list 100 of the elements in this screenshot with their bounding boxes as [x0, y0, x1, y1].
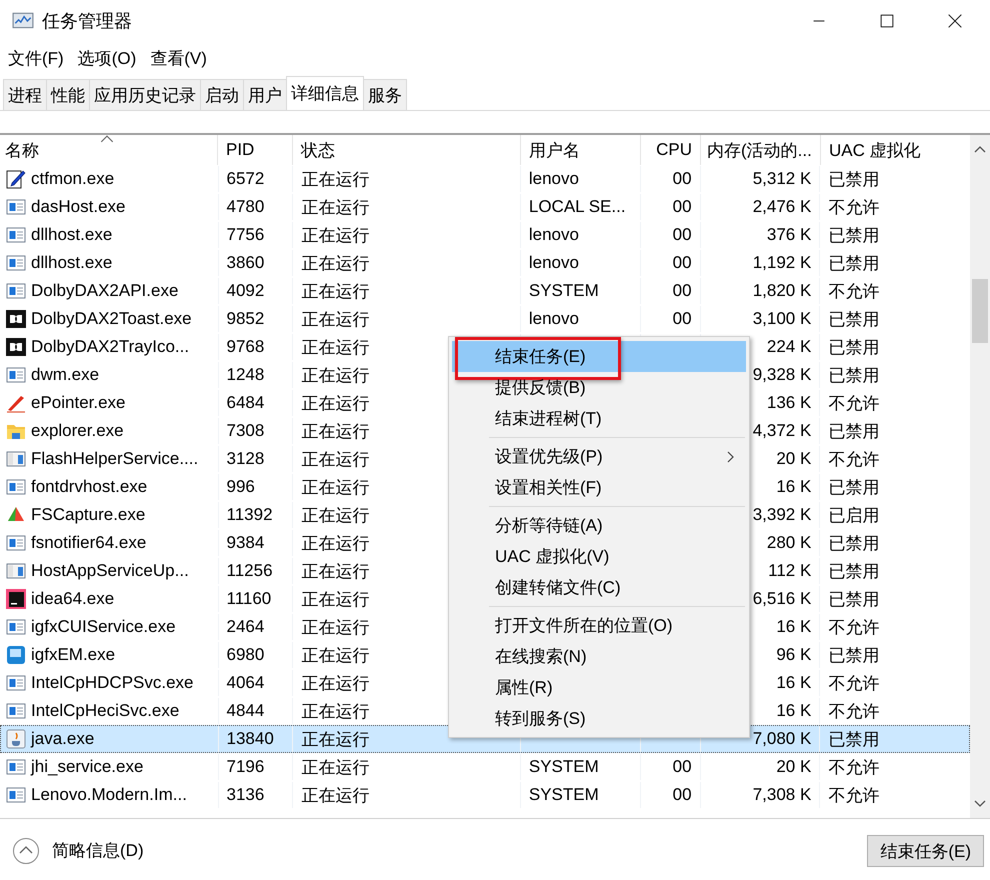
uac-cell-text: 已禁用 — [828, 168, 880, 190]
column-header[interactable]: 内存(活动的... — [707, 138, 812, 162]
status-cell-text: 正在运行 — [301, 728, 370, 750]
context-menu-item[interactable]: 打开文件所在的位置(O) — [452, 610, 746, 641]
context-menu-item[interactable]: 设置优先级(P) — [452, 441, 746, 472]
user-cell: lenovo — [528, 169, 579, 189]
memory-cell: 96 K — [776, 645, 812, 665]
memory-cell: 9,328 K — [752, 365, 812, 385]
memory-cell: 280 K — [766, 533, 812, 553]
status-cell-text: 正在运行 — [301, 392, 370, 414]
process-name: igfxEM.exe — [31, 645, 116, 665]
user-cell: SYSTEM — [528, 757, 599, 777]
uac-cell-text: 不允许 — [828, 784, 880, 806]
fewer-details-link[interactable]: 简略信息(D) — [52, 839, 144, 862]
pid-cell: 9384 — [226, 533, 264, 553]
tab[interactable]: 服务 — [363, 79, 407, 110]
memory-cell: 16 K — [776, 673, 812, 693]
pid-cell: 9768 — [226, 337, 264, 357]
pid-cell: 3860 — [226, 253, 264, 273]
uac-cell-text: 不允许 — [828, 448, 880, 470]
uac-cell-text: 已禁用 — [828, 476, 880, 498]
window-icon — [6, 617, 26, 637]
column-header[interactable]: 名称 — [5, 138, 39, 162]
memory-cell: 6,516 K — [752, 589, 812, 609]
process-name: Lenovo.Modern.Im... — [31, 785, 187, 805]
menu-item[interactable]: 查看(V) — [150, 46, 207, 70]
tab[interactable]: 进程 — [3, 79, 47, 110]
context-menu-item[interactable]: 属性(R) — [452, 672, 746, 703]
process-name: java.exe — [31, 729, 94, 749]
context-menu-item[interactable]: 结束进程树(T) — [452, 403, 746, 434]
cpu-cell: 00 — [672, 309, 692, 329]
pid-cell: 2464 — [226, 617, 264, 637]
tab[interactable]: 应用历史记录 — [89, 79, 201, 110]
process-name: dllhost.exe — [31, 225, 112, 245]
status-cell-text: 正在运行 — [301, 784, 370, 806]
pid-cell: 996 — [226, 477, 255, 497]
status-cell-text: 正在运行 — [301, 756, 370, 778]
context-menu-item[interactable]: 创建转储文件(C) — [452, 572, 746, 603]
pid-cell: 9852 — [226, 309, 264, 329]
window-icon — [6, 477, 26, 497]
menu-item[interactable]: 文件(F) — [8, 46, 64, 70]
status-cell-text: 正在运行 — [301, 196, 370, 218]
uac-cell-text: 已禁用 — [828, 224, 880, 246]
menu-item[interactable]: 选项(O) — [78, 46, 136, 70]
cpu-cell: 00 — [672, 169, 692, 189]
memory-cell: 1,192 K — [752, 253, 812, 273]
pid-cell: 4064 — [226, 673, 264, 693]
column-header[interactable]: 用户名 — [529, 138, 580, 162]
context-menu-item[interactable]: 设置相关性(F) — [452, 472, 746, 503]
uac-cell-text: 不允许 — [828, 616, 880, 638]
process-name: fsnotifier64.exe — [31, 533, 146, 553]
user-cell: lenovo — [528, 253, 579, 273]
pid-cell: 13840 — [226, 729, 274, 749]
pid-cell: 11160 — [226, 589, 272, 609]
end-task-button[interactable]: 结束任务(E) — [867, 834, 984, 866]
column-header[interactable]: CPU — [656, 140, 692, 160]
process-name: HostAppServiceUp... — [31, 561, 189, 581]
uac-cell-text: 已禁用 — [828, 644, 880, 666]
pid-cell: 3128 — [226, 449, 264, 469]
user-cell: LOCAL SE... — [528, 197, 626, 217]
context-menu-item[interactable]: UAC 虚拟化(V) — [452, 541, 746, 572]
scroll-down-icon[interactable] — [974, 800, 986, 808]
status-cell-text: 正在运行 — [301, 644, 370, 666]
context-menu-item[interactable]: 分析等待链(A) — [452, 510, 746, 541]
tab[interactable]: 启动 — [200, 79, 244, 110]
process-name: dwm.exe — [31, 365, 100, 385]
tab[interactable]: 性能 — [46, 79, 90, 110]
cpu-cell: 00 — [672, 785, 692, 805]
status-cell-text: 正在运行 — [301, 476, 370, 498]
cpu-cell: 00 — [672, 253, 692, 273]
status-cell-text: 正在运行 — [301, 420, 370, 442]
uac-cell-text: 已禁用 — [828, 364, 880, 386]
status-cell-text: 正在运行 — [301, 308, 370, 330]
column-header[interactable]: UAC 虚拟化 — [829, 138, 921, 162]
cpu-cell: 00 — [672, 757, 692, 777]
pid-cell: 4780 — [226, 197, 264, 217]
status-cell-text: 正在运行 — [301, 532, 370, 554]
task-manager-icon — [12, 11, 34, 31]
uac-cell-text: 不允许 — [828, 392, 880, 414]
status-cell-text: 正在运行 — [301, 224, 370, 246]
pid-cell: 6980 — [226, 645, 264, 665]
pid-cell: 4844 — [226, 701, 264, 721]
column-header[interactable]: PID — [226, 140, 254, 160]
tab[interactable]: 用户 — [243, 79, 287, 110]
status-cell-text: 正在运行 — [301, 280, 370, 302]
scroll-up-icon[interactable] — [974, 145, 986, 153]
pid-cell: 1248 — [226, 365, 264, 385]
status-cell-text: 正在运行 — [301, 700, 370, 722]
process-name: FlashHelperService.... — [31, 449, 198, 469]
collapse-icon[interactable] — [12, 836, 40, 864]
notepad-icon — [6, 169, 26, 189]
context-menu-item[interactable]: 提供反馈(B) — [452, 372, 746, 403]
memory-cell: 16 K — [776, 617, 812, 637]
uac-cell-text: 已禁用 — [828, 560, 880, 582]
process-name: DolbyDAX2TrayIco... — [31, 337, 190, 357]
column-header[interactable]: 状态 — [301, 138, 335, 162]
context-menu-item[interactable]: 结束任务(E) — [452, 341, 746, 372]
window-icon — [6, 225, 26, 245]
context-menu-item[interactable]: 在线搜索(N) — [452, 641, 746, 672]
scroll-thumb[interactable] — [972, 279, 988, 343]
